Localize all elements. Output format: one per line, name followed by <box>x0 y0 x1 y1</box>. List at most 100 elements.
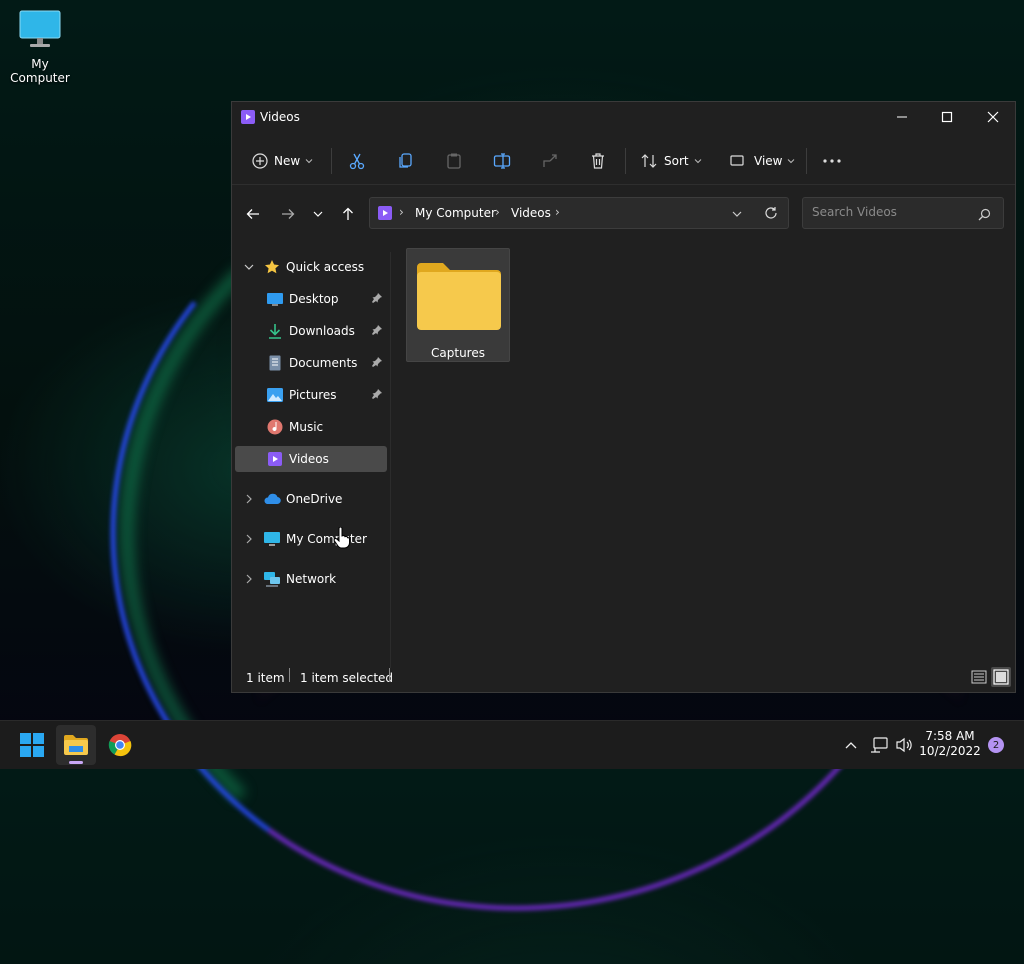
folder-name: Captures <box>431 346 485 360</box>
plus-circle-icon <box>252 153 268 169</box>
sidebar-item-onedrive[interactable]: OneDrive <box>240 486 342 512</box>
music-icon <box>266 419 284 435</box>
chevron-right-icon: › <box>399 205 404 219</box>
toolbar-separator <box>625 148 626 174</box>
videos-icon <box>378 206 392 223</box>
arrow-right-icon <box>282 209 295 219</box>
maximize-button[interactable] <box>924 102 970 132</box>
pin-icon[interactable] <box>372 388 382 402</box>
volume-button[interactable] <box>891 725 917 765</box>
title-bar[interactable]: Videos <box>232 102 1015 132</box>
sidebar-item-desktop[interactable]: Desktop <box>266 286 390 312</box>
toolbar-separator <box>331 148 332 174</box>
folder-item-captures[interactable]: Captures <box>406 248 510 362</box>
chevron-down-icon <box>732 211 742 217</box>
share-button[interactable] <box>541 144 559 178</box>
chevron-down-icon <box>694 159 701 164</box>
clock[interactable]: 7:58 AM 10/2/2022 <box>916 729 984 759</box>
pin-icon[interactable] <box>372 356 382 370</box>
desktop-folder-icon <box>266 292 284 306</box>
taskbar-file-explorer[interactable] <box>56 725 96 765</box>
arrow-left-icon <box>246 209 259 219</box>
pane-divider[interactable] <box>390 252 391 668</box>
maximize-icon <box>941 111 953 123</box>
network-status-button[interactable] <box>866 725 892 765</box>
navigation-pane: Quick access Desktop Downloads Documents… <box>232 252 390 668</box>
breadcrumb-videos[interactable]: Videos <box>511 206 551 220</box>
sidebar-quick-access[interactable]: Quick access <box>240 254 364 280</box>
desktop-icon-my-computer[interactable]: My Computer <box>2 10 78 85</box>
star-icon <box>263 259 281 275</box>
chevron-up-icon <box>845 742 857 749</box>
network-icon <box>263 571 281 587</box>
window-title: Videos <box>260 110 300 124</box>
large-icons-view-button[interactable] <box>991 667 1011 687</box>
taskbar-chrome[interactable] <box>100 725 140 765</box>
minimize-button[interactable] <box>879 102 925 132</box>
command-bar: New Sort View <box>232 138 1015 185</box>
forward-button[interactable] <box>273 200 303 228</box>
toolbar-separator <box>806 148 807 174</box>
sidebar-item-music[interactable]: Music <box>266 414 390 440</box>
breadcrumb-my-computer[interactable]: My Computer <box>415 206 496 220</box>
navigation-bar: › My Computer › Videos › <box>232 192 1015 238</box>
sidebar-item-videos[interactable]: Videos <box>235 446 387 472</box>
copy-button[interactable] <box>397 144 415 178</box>
sort-button[interactable]: Sort <box>640 144 702 178</box>
sidebar-item-pictures[interactable]: Pictures <box>266 382 390 408</box>
up-button[interactable] <box>333 200 363 228</box>
file-explorer-icon <box>64 735 88 755</box>
new-button[interactable]: New <box>252 144 313 178</box>
chevron-right-icon: › <box>555 205 560 219</box>
status-separator <box>289 668 290 682</box>
view-label: View <box>754 154 783 168</box>
rename-button[interactable] <box>493 144 511 178</box>
pin-icon[interactable] <box>372 324 382 338</box>
details-view-icon <box>971 670 987 684</box>
search-input[interactable] <box>810 204 974 220</box>
address-bar[interactable]: › My Computer › Videos › <box>369 197 789 229</box>
videos-icon <box>241 109 255 128</box>
pin-icon[interactable] <box>372 292 382 306</box>
refresh-icon <box>765 207 777 219</box>
sidebar-item-label: Pictures <box>289 388 337 402</box>
scissors-icon <box>349 153 365 170</box>
selection-count: 1 item selected <box>300 671 394 685</box>
arrow-up-icon <box>343 207 353 220</box>
sidebar-item-network[interactable]: Network <box>240 566 336 592</box>
address-history-button[interactable] <box>732 208 742 222</box>
search-icon <box>978 206 991 225</box>
close-button[interactable] <box>970 102 1016 132</box>
item-count: 1 item <box>246 671 285 685</box>
show-hidden-icons-button[interactable] <box>836 725 866 765</box>
rename-icon <box>493 153 511 169</box>
view-icon <box>730 155 744 166</box>
sidebar-item-label: Network <box>286 572 337 586</box>
search-box[interactable] <box>802 197 1004 229</box>
sidebar-item-downloads[interactable]: Downloads <box>266 318 390 344</box>
pictures-icon <box>266 388 284 402</box>
close-icon <box>987 111 999 123</box>
recent-locations-button[interactable] <box>303 200 333 228</box>
share-icon <box>543 154 557 167</box>
chevron-right-icon <box>240 534 258 544</box>
delete-button[interactable] <box>589 144 607 178</box>
monitor-icon <box>19 10 61 47</box>
download-icon <box>266 323 284 339</box>
paste-button[interactable] <box>445 144 463 178</box>
active-indicator <box>69 761 83 764</box>
clock-time: 7:58 AM <box>925 729 975 743</box>
details-view-button[interactable] <box>971 669 987 688</box>
large-icons-view-icon <box>993 669 1009 685</box>
clipboard-icon <box>447 153 461 169</box>
file-explorer-window: Videos New Sort View › My Computer › Vid… <box>231 101 1016 693</box>
more-options-button[interactable] <box>822 144 842 178</box>
sidebar-item-documents[interactable]: Documents <box>266 350 390 376</box>
refresh-button[interactable] <box>764 206 778 223</box>
notification-badge[interactable]: 2 <box>988 737 1004 753</box>
back-button[interactable] <box>238 200 268 228</box>
cut-button[interactable] <box>348 144 366 178</box>
view-button[interactable]: View <box>729 144 795 178</box>
start-button[interactable] <box>12 725 52 765</box>
hand-cursor-icon <box>333 527 350 549</box>
